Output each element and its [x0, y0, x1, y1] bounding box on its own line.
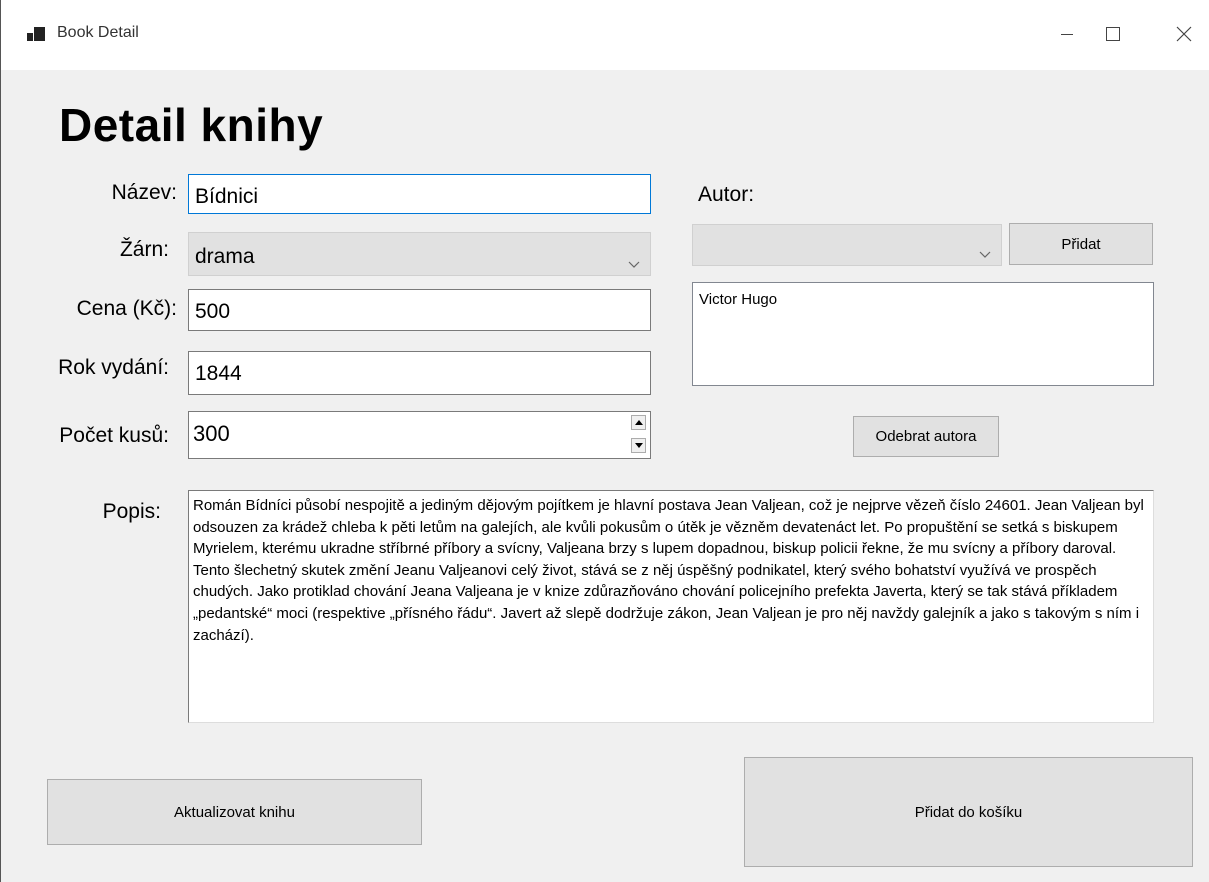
close-icon[interactable]: [1160, 14, 1206, 54]
add-author-button[interactable]: Přidat: [1009, 223, 1153, 265]
maximize-icon[interactable]: [1090, 14, 1136, 54]
rok-input[interactable]: 1844: [188, 351, 651, 395]
arrow-up-icon: [635, 420, 643, 425]
add-to-cart-button[interactable]: Přidat do košíku: [744, 757, 1193, 867]
minimize-icon[interactable]: [1044, 14, 1090, 54]
zanr-selected-value: drama: [195, 245, 255, 268]
autor-select[interactable]: [692, 224, 1002, 266]
autor-label: Autor:: [698, 183, 755, 206]
pocet-label: Počet kusů:: [59, 424, 169, 447]
cena-input[interactable]: 500: [188, 289, 651, 331]
nazev-input[interactable]: Bídnici: [188, 174, 651, 214]
update-book-button[interactable]: Aktualizovat knihu: [47, 779, 422, 845]
author-list[interactable]: Victor Hugo: [692, 282, 1154, 386]
nazev-label: Název:: [111, 181, 177, 204]
rok-label: Rok vydání:: [58, 356, 169, 379]
zanr-label: Žárn:: [119, 238, 169, 261]
stepper-down-button[interactable]: [631, 438, 646, 453]
title-bar[interactable]: Book Detail: [1, 0, 1209, 70]
remove-author-button[interactable]: Odebrat autora: [853, 416, 999, 457]
pocet-value: 300: [193, 421, 230, 446]
app-icon: [27, 27, 45, 43]
page-title: Detail knihy: [59, 99, 324, 151]
popis-textarea[interactable]: Román Bídníci působí nespojitě a jediným…: [188, 490, 1154, 723]
window-title: Book Detail: [57, 24, 139, 41]
chevron-down-icon: [979, 241, 991, 265]
stepper-up-button[interactable]: [631, 415, 646, 430]
author-list-item[interactable]: Victor Hugo: [699, 291, 1153, 308]
cena-label: Cena (Kč):: [76, 297, 177, 320]
popis-label: Popis:: [102, 500, 161, 523]
zanr-select[interactable]: drama: [188, 232, 651, 276]
arrow-down-icon: [635, 443, 643, 448]
chevron-down-icon: [628, 251, 640, 275]
pocet-stepper[interactable]: 300: [188, 411, 651, 459]
book-detail-window: Book Detail Detail knihy Název: Bídnici …: [0, 0, 1209, 882]
